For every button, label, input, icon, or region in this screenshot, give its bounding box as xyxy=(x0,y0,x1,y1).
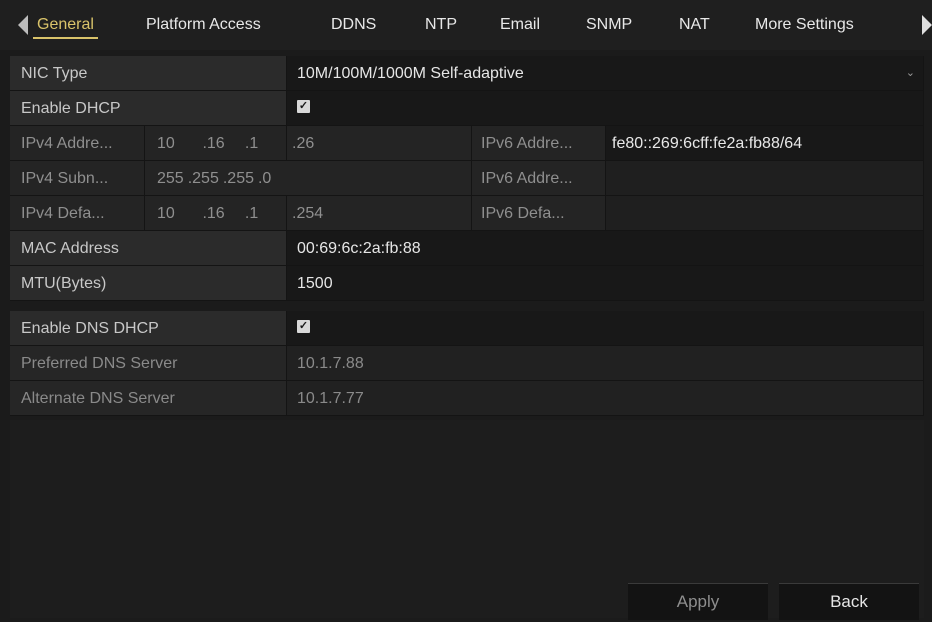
ipv4-address-row: IPv4 Addre... 10 .16 .1 .26 IPv6 Addre..… xyxy=(10,126,924,161)
ipv6-gateway-label: IPv6 Defa... xyxy=(472,196,606,231)
mac-address-label: MAC Address xyxy=(10,231,287,266)
ipv4-gateway-row: IPv4 Defa... 10 .16 .1 .254 IPv6 Defa... xyxy=(10,196,924,231)
ipv4-gateway-label: IPv4 Defa... xyxy=(10,196,145,231)
enable-dns-dhcp-label: Enable DNS DHCP xyxy=(10,311,287,346)
ipv4-address-seg3: .1 xyxy=(244,135,259,152)
mtu-label: MTU(Bytes) xyxy=(10,266,287,301)
enable-dns-dhcp-cell: ✓ xyxy=(287,311,924,346)
ipv4-gateway-seg2: .16 xyxy=(202,205,225,222)
scroll-left-arrow-icon[interactable] xyxy=(18,15,28,35)
ipv4-subnet-row: IPv4 Subn... 255.255.255.0 IPv6 Addre... xyxy=(10,161,924,196)
enable-dhcp-cell: ✓ xyxy=(287,91,924,126)
ipv6-address2-label: IPv6 Addre... xyxy=(472,161,606,196)
ipv4-gateway-seg3: .1 xyxy=(244,205,259,222)
ipv4-subnet-seg3: .255 xyxy=(222,170,254,187)
nic-type-value: 10M/100M/1000M Self-adaptive xyxy=(297,65,524,82)
ipv6-address2-value xyxy=(606,161,924,196)
ipv4-subnet-label: IPv4 Subn... xyxy=(10,161,145,196)
mtu-row: MTU(Bytes) 1500 xyxy=(10,266,924,301)
ipv4-address-tail[interactable]: .26 xyxy=(287,126,472,161)
enable-dns-dhcp-row: Enable DNS DHCP ✓ xyxy=(10,311,924,346)
ipv4-gateway-seg4: .254 xyxy=(292,205,324,222)
ipv4-gateway-tail[interactable]: .254 xyxy=(287,196,472,231)
enable-dns-dhcp-checkbox[interactable]: ✓ xyxy=(297,320,310,334)
ipv4-subnet-field[interactable]: 255.255.255.0 xyxy=(145,161,472,196)
chevron-down-icon: ⌄ xyxy=(905,67,915,79)
tab-ddns[interactable]: DDNS xyxy=(331,0,376,50)
tab-general[interactable]: General xyxy=(33,0,98,50)
tab-email[interactable]: Email xyxy=(500,0,540,50)
ipv4-subnet-seg1: 255 xyxy=(157,170,184,187)
tab-ntp[interactable]: NTP xyxy=(425,0,457,50)
tab-snmp[interactable]: SNMP xyxy=(586,0,632,50)
tab-bar: General Platform Access DDNS NTP Email S… xyxy=(0,0,932,50)
ipv4-address-label: IPv4 Addre... xyxy=(10,126,145,161)
enable-dhcp-checkbox[interactable]: ✓ xyxy=(297,100,310,114)
apply-button[interactable]: Apply xyxy=(628,583,768,620)
mac-address-value: 00:69:6c:2a:fb:88 xyxy=(287,231,924,266)
back-button[interactable]: Back xyxy=(779,583,919,620)
ipv4-gateway-field[interactable]: 10 .16 .1 xyxy=(145,196,287,231)
ipv6-address1-value: fe80::269:6cff:fe2a:fb88/64 xyxy=(606,126,924,161)
nic-type-row: NIC Type 10M/100M/1000M Self-adaptive ⌄ xyxy=(10,56,924,91)
scroll-right-arrow-icon[interactable] xyxy=(922,15,932,35)
nic-type-label: NIC Type xyxy=(10,56,287,91)
ipv4-subnet-seg2: .255 xyxy=(187,170,219,187)
tab-more-settings[interactable]: More Settings xyxy=(755,0,854,50)
ipv6-gateway-value xyxy=(606,196,924,231)
mtu-input[interactable]: 1500 xyxy=(287,266,924,301)
enable-dhcp-row: Enable DHCP ✓ xyxy=(10,91,924,126)
ipv4-address-field[interactable]: 10 .16 .1 xyxy=(145,126,287,161)
ipv4-address-seg4: .26 xyxy=(292,135,315,152)
ipv4-address-seg2: .16 xyxy=(202,135,225,152)
preferred-dns-input[interactable]: 10.1.7.88 xyxy=(287,346,924,381)
tab-platform-access[interactable]: Platform Access xyxy=(146,0,261,50)
preferred-dns-row: Preferred DNS Server 10.1.7.88 xyxy=(10,346,924,381)
preferred-dns-label: Preferred DNS Server xyxy=(10,346,287,381)
tab-nat[interactable]: NAT xyxy=(679,0,710,50)
ipv4-gateway-seg1: 10 xyxy=(157,205,175,222)
alternate-dns-row: Alternate DNS Server 10.1.7.77 xyxy=(10,381,924,416)
mac-address-row: MAC Address 00:69:6c:2a:fb:88 xyxy=(10,231,924,266)
ipv6-address1-label: IPv6 Addre... xyxy=(472,126,606,161)
enable-dhcp-label: Enable DHCP xyxy=(10,91,287,126)
nic-type-select[interactable]: 10M/100M/1000M Self-adaptive ⌄ xyxy=(287,56,924,91)
ipv4-subnet-seg4: .0 xyxy=(257,170,272,187)
ipv4-address-seg1: 10 xyxy=(157,135,175,152)
alternate-dns-input[interactable]: 10.1.7.77 xyxy=(287,381,924,416)
alternate-dns-label: Alternate DNS Server xyxy=(10,381,287,416)
